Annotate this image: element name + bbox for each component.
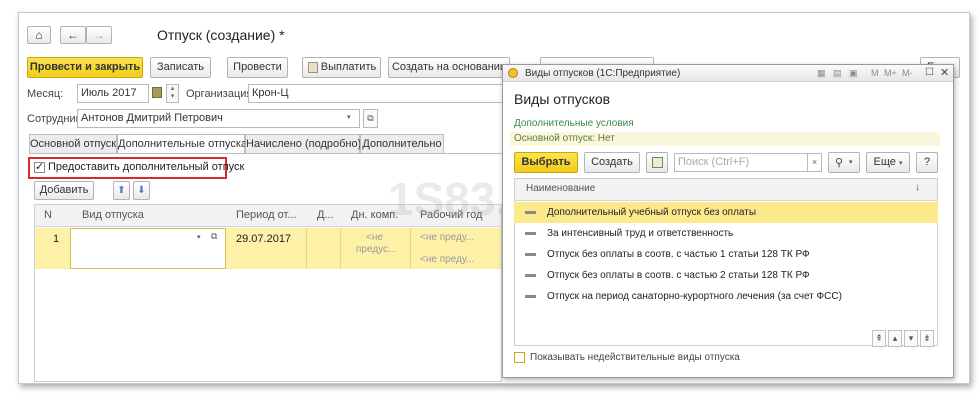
- list-item-label: Отпуск без оплаты в соотв. с частью 2 ст…: [547, 270, 810, 281]
- employee-field[interactable]: Антонов Дмитрий Петрович: [77, 109, 360, 128]
- extra-conditions-link[interactable]: Дополнительные условия: [514, 118, 634, 129]
- chevron-down-icon[interactable]: ▾: [347, 113, 351, 121]
- tab-accrued-detailed[interactable]: Начислено (подробно): [245, 134, 361, 154]
- show-invalid-label: Показывать недействительные виды отпуска: [530, 352, 740, 363]
- list-item[interactable]: Отпуск без оплаты в соотв. с частью 1 ст…: [514, 244, 938, 265]
- search-button[interactable]: ⚲ ▾: [828, 152, 860, 173]
- pay-icon: [308, 62, 318, 73]
- more-button[interactable]: Еще ▾: [866, 152, 910, 173]
- main-leave-status: Основной отпуск: Нет: [514, 133, 615, 144]
- create-based-on-button[interactable]: Создать на основании: [388, 57, 510, 78]
- back-button[interactable]: ←: [60, 26, 86, 44]
- copy-icon: [652, 157, 663, 168]
- copy-button[interactable]: [646, 152, 668, 173]
- clear-search-icon[interactable]: ×: [808, 153, 822, 172]
- row-work-year-line1: <не преду...: [420, 232, 475, 243]
- tab-additional-leaves[interactable]: Дополнительные отпуска: [117, 134, 247, 154]
- list-item-label: За интенсивный труд и ответственность: [547, 228, 734, 239]
- item-minus-icon: [525, 274, 536, 277]
- save-button[interactable]: Записать: [150, 57, 211, 78]
- item-minus-icon: [525, 253, 536, 256]
- list-item[interactable]: Отпуск на период санаторно-курортного ле…: [514, 286, 938, 307]
- memory-minus-button[interactable]: M-: [902, 68, 913, 78]
- tab-additional[interactable]: Дополнительно: [360, 134, 444, 154]
- column-name[interactable]: Наименование: [526, 183, 595, 194]
- list-item[interactable]: Дополнительный учебный отпуск без оплаты: [514, 202, 938, 223]
- row-col-divider-3: [410, 228, 411, 269]
- row-type-dropdown-icon[interactable]: ▾: [197, 233, 201, 241]
- scroll-up-button[interactable]: ▴: [888, 330, 902, 347]
- month-label: Месяц:: [27, 88, 64, 100]
- row-col-divider-2: [340, 228, 341, 269]
- scroll-down-button[interactable]: ▾: [904, 330, 918, 347]
- forward-button[interactable]: →: [86, 26, 112, 44]
- calculator-icon[interactable]: ▦: [817, 68, 826, 79]
- memory-plus-button[interactable]: M+: [884, 68, 897, 78]
- organization-field[interactable]: Крон-Ц: [248, 84, 504, 103]
- search-input[interactable]: Поиск (Ctrl+F): [674, 153, 808, 172]
- search-icon: ⚲: [835, 157, 844, 169]
- column-days[interactable]: Д...: [317, 209, 334, 221]
- row-period: 29.07.2017: [236, 233, 292, 245]
- dialog-heading: Виды отпусков: [514, 91, 611, 107]
- list-item[interactable]: За интенсивный труд и ответственность: [514, 223, 938, 244]
- calendar-icon[interactable]: [152, 87, 162, 98]
- pay-button[interactable]: Выплатить: [302, 57, 381, 78]
- sort-icon[interactable]: ↓: [915, 182, 920, 193]
- more-label: Еще: [873, 156, 896, 168]
- row-type-cell[interactable]: [70, 228, 226, 269]
- tab-main-leave[interactable]: Основной отпуск: [29, 134, 117, 154]
- post-and-close-button[interactable]: Провести и закрыть: [27, 57, 143, 78]
- search-placeholder: Поиск (Ctrl+F): [678, 156, 750, 168]
- move-down-button[interactable]: ⬇: [133, 181, 150, 200]
- row-comp-days-line2: предус...: [356, 244, 397, 255]
- help-button[interactable]: ?: [916, 152, 938, 173]
- tab-divider: [29, 153, 502, 154]
- list-item-label: Отпуск на период санаторно-курортного ле…: [547, 291, 842, 302]
- add-button[interactable]: Добавить: [34, 181, 94, 200]
- row-comp-days-line1: <не: [366, 232, 383, 243]
- item-minus-icon: [525, 295, 536, 298]
- month-field[interactable]: Июль 2017: [77, 84, 149, 103]
- row-work-year-line2: <не преду...: [420, 254, 475, 265]
- select-button[interactable]: Выбрать: [514, 152, 578, 173]
- move-up-button[interactable]: ⬆: [113, 181, 130, 200]
- post-button[interactable]: Провести: [227, 57, 288, 78]
- dialog-window-title: Виды отпусков (1С:Предприятие): [525, 68, 681, 79]
- organization-label: Организация:: [186, 88, 256, 100]
- row-col-divider-1: [306, 228, 307, 269]
- list-item-label: Отпуск без оплаты в соотв. с частью 1 ст…: [547, 249, 810, 260]
- close-icon[interactable]: ✕: [940, 66, 949, 79]
- open-link-icon[interactable]: ⧉: [363, 109, 378, 128]
- list-item[interactable]: Отпуск без оплаты в соотв. с частью 2 ст…: [514, 265, 938, 286]
- app-logo-icon: [508, 68, 518, 78]
- month-stepper[interactable]: ▴ ▾: [166, 84, 179, 103]
- column-n[interactable]: N: [44, 209, 52, 221]
- provide-additional-leave-checkbox[interactable]: ✓: [34, 162, 45, 173]
- list-item-label: Дополнительный учебный отпуск без оплаты: [547, 207, 757, 218]
- more-chevron-icon: ▾: [898, 160, 903, 167]
- pay-label: Выплатить: [320, 61, 377, 73]
- item-minus-icon: [525, 211, 536, 214]
- search-chevron-icon: ▾: [849, 159, 853, 166]
- item-minus-icon: [525, 232, 536, 235]
- employee-label: Сотрудник:: [27, 113, 84, 125]
- show-invalid-checkbox[interactable]: [514, 352, 525, 363]
- row-type-open-icon[interactable]: ⧉: [211, 231, 217, 242]
- provide-additional-leave-label: Предоставить дополнительный отпуск: [48, 161, 245, 173]
- calendar-small-icon[interactable]: ▣: [849, 68, 858, 79]
- scroll-first-button[interactable]: ⇞: [872, 330, 886, 347]
- column-leave-type[interactable]: Вид отпуска: [82, 209, 144, 221]
- scroll-last-button[interactable]: ⇟: [920, 330, 934, 347]
- note-icon[interactable]: ▤: [833, 68, 842, 79]
- maximize-icon[interactable]: ☐: [925, 67, 934, 78]
- row-number: 1: [53, 233, 60, 245]
- home-button[interactable]: ⌂: [27, 26, 51, 44]
- page-title: Отпуск (создание) *: [157, 27, 285, 43]
- column-period-from[interactable]: Период от...: [236, 209, 297, 221]
- memory-button[interactable]: M: [871, 68, 879, 78]
- create-button[interactable]: Создать: [584, 152, 640, 173]
